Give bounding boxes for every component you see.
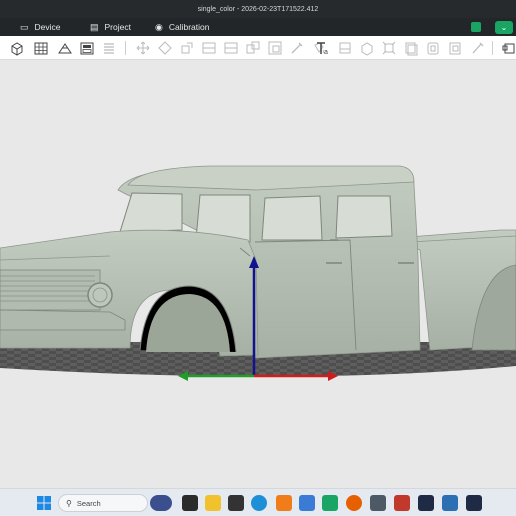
assembly-icon[interactable] bbox=[380, 39, 398, 57]
scene-canvas[interactable] bbox=[0, 60, 516, 488]
arrange-icon[interactable] bbox=[78, 39, 96, 57]
app-icon[interactable] bbox=[276, 495, 292, 511]
measure-icon[interactable] bbox=[358, 39, 376, 57]
store-icon[interactable] bbox=[299, 495, 315, 511]
tab-device[interactable]: ▭ Device bbox=[20, 18, 61, 36]
text-icon[interactable]: a bbox=[314, 39, 332, 57]
emboss-icon[interactable] bbox=[446, 39, 464, 57]
paint-icon[interactable] bbox=[266, 39, 284, 57]
more-icon[interactable] bbox=[500, 39, 516, 57]
windows-start-icon[interactable] bbox=[36, 495, 52, 511]
app-icon[interactable] bbox=[228, 495, 244, 511]
taskbar: ⚲ Search bbox=[0, 488, 516, 516]
support-icon[interactable] bbox=[244, 39, 262, 57]
calibration-icon: ◉ bbox=[155, 21, 163, 32]
task-view-icon[interactable] bbox=[182, 495, 198, 511]
toolbar-divider bbox=[125, 41, 126, 55]
cut-icon[interactable] bbox=[200, 39, 218, 57]
firefox-icon[interactable] bbox=[346, 495, 362, 511]
app-icon[interactable] bbox=[466, 495, 482, 511]
monitor-icon: ▭ bbox=[20, 21, 29, 32]
search-input[interactable]: ⚲ Search bbox=[58, 494, 148, 512]
move-icon[interactable] bbox=[134, 39, 152, 57]
window-title: single_color - 2026-02-23T171522.412 bbox=[197, 5, 319, 13]
pickup-truck-model[interactable] bbox=[0, 165, 516, 359]
tab-calibration[interactable]: ◉ Calibration bbox=[155, 18, 210, 36]
tab-project-label: Project bbox=[104, 22, 131, 32]
sync-icon[interactable] bbox=[471, 22, 481, 32]
app-icon[interactable] bbox=[394, 495, 410, 511]
list-icon[interactable] bbox=[100, 39, 118, 57]
boolean-icon[interactable] bbox=[222, 39, 240, 57]
widgets-icon[interactable] bbox=[150, 495, 172, 511]
app-icon[interactable] bbox=[322, 495, 338, 511]
tab-device-label: Device bbox=[34, 22, 61, 32]
tab-project[interactable]: ▤ Project bbox=[90, 18, 131, 36]
app-icon[interactable] bbox=[442, 495, 458, 511]
menu-right-group: ⌄ bbox=[471, 18, 516, 36]
file-explorer-icon[interactable] bbox=[205, 495, 221, 511]
seam-icon[interactable] bbox=[288, 39, 306, 57]
calculator-icon[interactable] bbox=[370, 495, 386, 511]
search-icon: ⚲ bbox=[66, 498, 72, 508]
toolbar-divider bbox=[492, 41, 493, 55]
publish-button[interactable]: ⌄ bbox=[495, 20, 513, 34]
chevron-down-icon: ⌄ bbox=[500, 22, 508, 32]
title-bar: single_color - 2026-02-23T171522.412 bbox=[0, 0, 516, 18]
slice-plane-icon[interactable] bbox=[336, 39, 354, 57]
menu-bar: ▭ Device ▤ Project ◉ Calibration ⌄ bbox=[0, 18, 516, 36]
split-icon[interactable] bbox=[402, 39, 420, 57]
grid-icon[interactable] bbox=[32, 39, 50, 57]
svg-text:a: a bbox=[324, 49, 328, 56]
rotate-icon[interactable] bbox=[156, 39, 174, 57]
brush-icon[interactable] bbox=[468, 39, 486, 57]
tab-calibration-label: Calibration bbox=[168, 22, 210, 32]
toolbar: a bbox=[0, 36, 516, 60]
add-cube-icon[interactable] bbox=[8, 39, 26, 57]
auto-orient-icon[interactable] bbox=[56, 39, 74, 57]
3d-viewport[interactable] bbox=[0, 60, 516, 488]
edge-icon[interactable] bbox=[251, 495, 267, 511]
search-placeholder: Search bbox=[76, 498, 101, 508]
scale-icon[interactable] bbox=[178, 39, 196, 57]
variable-layer-icon[interactable] bbox=[424, 39, 442, 57]
app-icon[interactable] bbox=[418, 495, 434, 511]
project-icon: ▤ bbox=[90, 21, 99, 32]
